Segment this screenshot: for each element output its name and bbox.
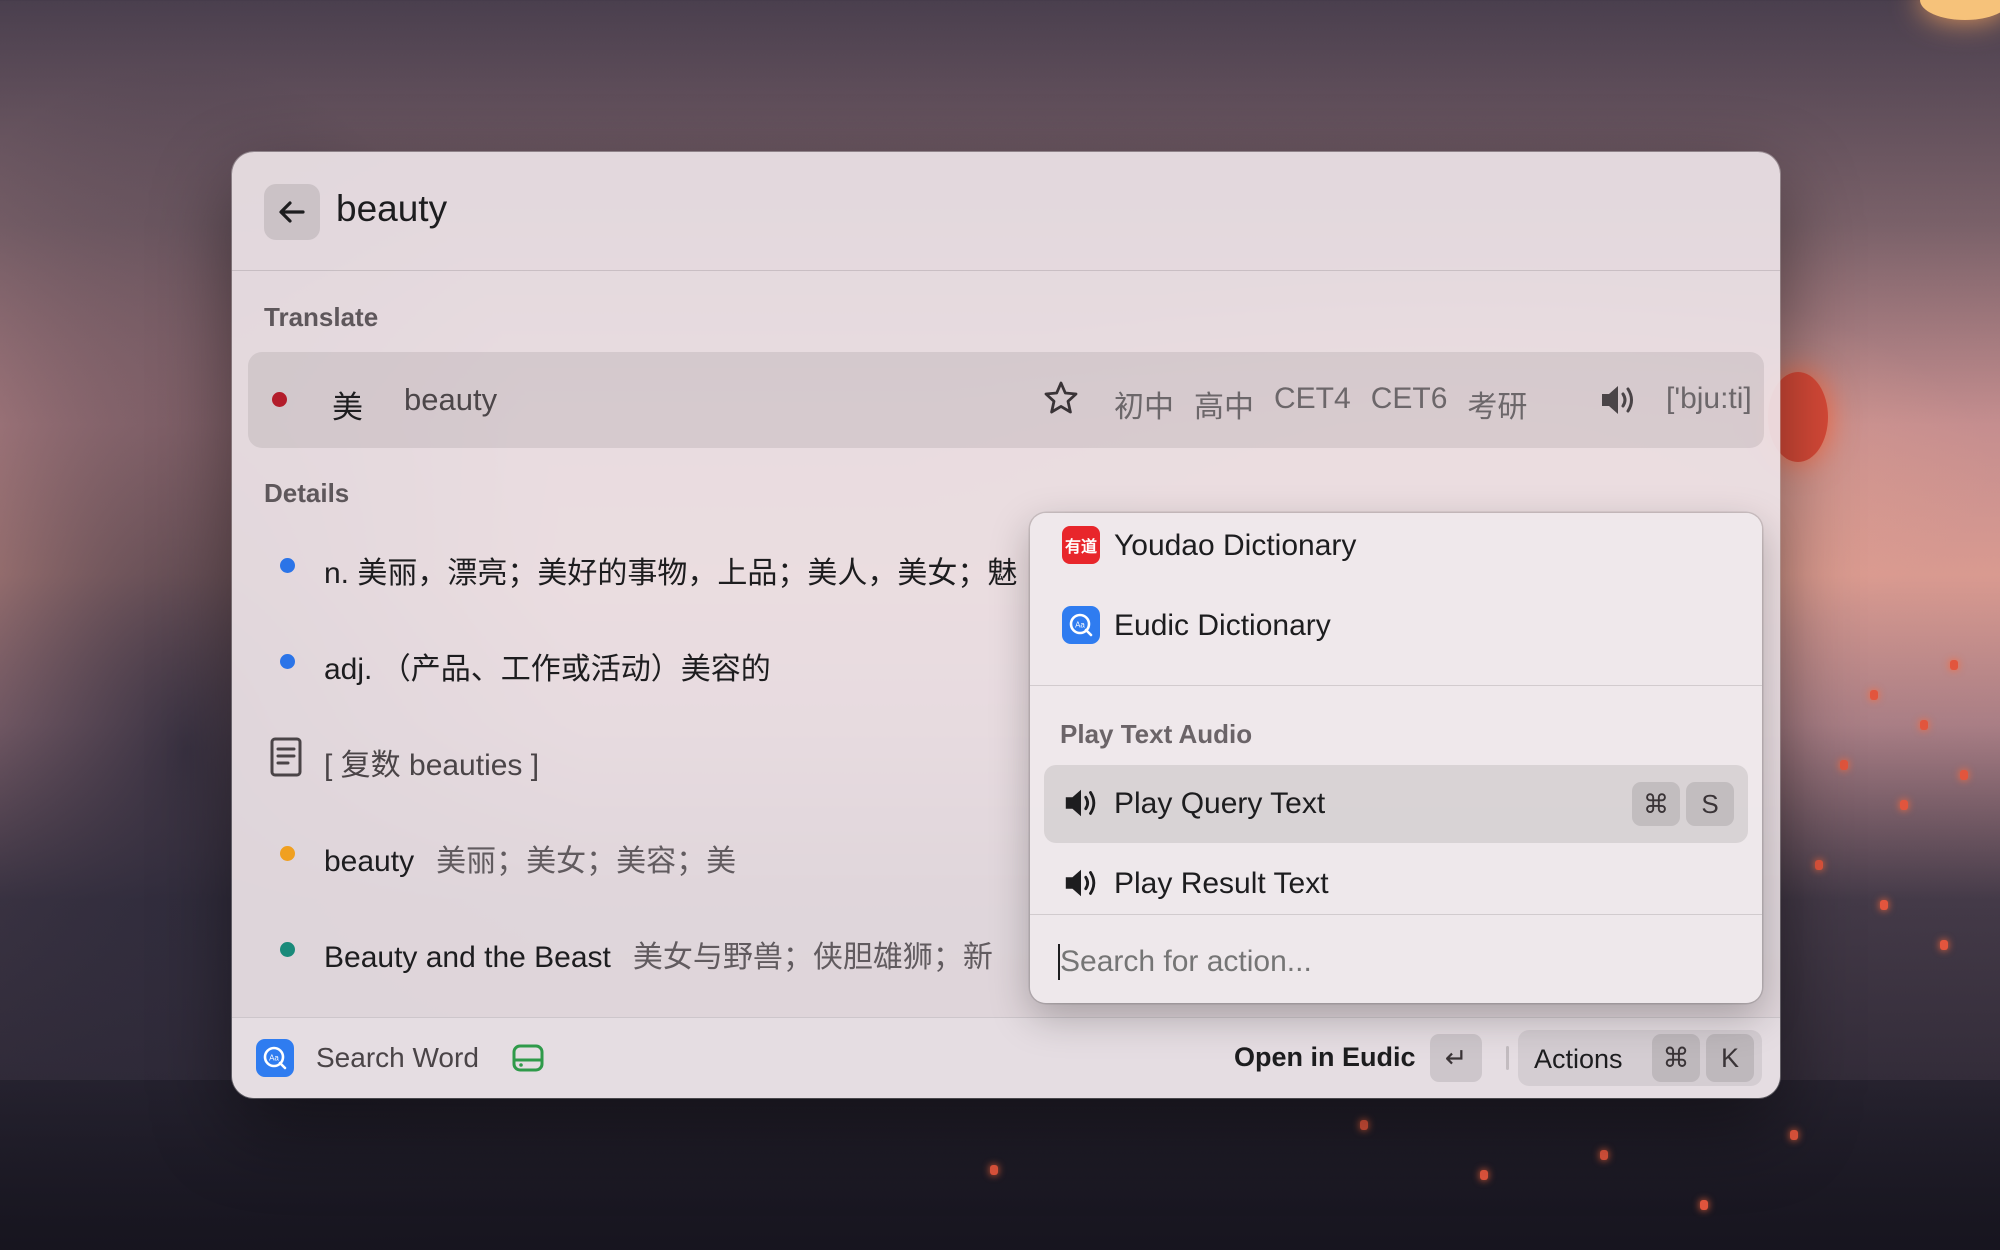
action-youdao-dictionary[interactable]: 有道 Youdao Dictionary xyxy=(1044,513,1748,585)
speaker-icon xyxy=(1065,869,1096,897)
arrow-left-icon xyxy=(279,201,305,223)
footer-bar: Aa Search Word Open in Eudic ↵ Actions ⌘… xyxy=(232,1017,1780,1098)
search-bar: beauty xyxy=(232,152,1780,271)
note-icon xyxy=(270,737,302,777)
exam-tag: 初中 xyxy=(1114,391,1174,424)
phonetic-text: ['bju:ti] xyxy=(1666,382,1752,415)
speaker-icon xyxy=(1065,789,1096,817)
action-label: Play Result Text xyxy=(1114,867,1329,900)
enter-key: ↵ xyxy=(1430,1034,1482,1082)
shortcut-keys: ⌘ S xyxy=(1632,782,1734,826)
svg-text:Aa: Aa xyxy=(269,1054,279,1063)
play-audio-section-label: Play Text Audio xyxy=(1060,719,1253,749)
actions-label: Actions xyxy=(1534,1044,1623,1074)
action-search-input[interactable] xyxy=(1060,945,1720,979)
background-ground xyxy=(0,1080,2000,1250)
star-icon[interactable] xyxy=(1043,380,1079,416)
background-lantern xyxy=(1940,940,1948,950)
footer-separator xyxy=(1506,1046,1509,1070)
detail-dot xyxy=(280,846,295,861)
background-lantern xyxy=(1360,1120,1368,1130)
translation-text: 美 xyxy=(332,390,363,425)
action-label: Youdao Dictionary xyxy=(1114,529,1357,562)
action-label: Eudic Dictionary xyxy=(1114,609,1331,642)
background-lantern xyxy=(1815,860,1823,870)
eudic-app-icon: Aa xyxy=(1062,606,1100,644)
exam-tags: 初中 高中 CET4 CET6 考研 xyxy=(1114,382,1527,426)
detail-dot xyxy=(280,654,295,669)
background-lantern xyxy=(1950,660,1958,670)
action-eudic-dictionary[interactable]: Aa Eudic Dictionary xyxy=(1044,587,1748,665)
background-lantern xyxy=(1880,900,1888,910)
translation-row[interactable]: 美 beauty 初中 高中 CET4 CET6 考研 ['bju:ti] xyxy=(248,352,1764,448)
detail-word: beauty xyxy=(324,845,415,878)
exam-tag: 高中 xyxy=(1194,391,1254,424)
drive-icon xyxy=(512,1044,544,1072)
translation-dot xyxy=(272,392,287,407)
background-lantern xyxy=(1920,720,1928,730)
translate-section-label: Translate xyxy=(264,302,379,332)
actions-button[interactable]: Actions ⌘ K xyxy=(1518,1030,1762,1086)
detail-text: adj. （产品、工作或活动）美容的 xyxy=(324,653,771,686)
s-key: S xyxy=(1686,782,1734,826)
detail-text: Beauty and the Beast 美女与野兽；侠胆雄狮；新 xyxy=(324,932,993,976)
eudic-app-icon: Aa xyxy=(256,1039,294,1077)
background-lantern xyxy=(1840,760,1848,770)
detail-dot xyxy=(280,558,295,573)
detail-word: Beauty and the Beast xyxy=(324,941,611,974)
detail-text: n. 美丽，漂亮；美好的事物，上品；美人，美女；魅 xyxy=(324,557,1018,590)
action-play-result-text[interactable]: Play Result Text xyxy=(1044,845,1748,923)
detail-dot xyxy=(280,942,295,957)
panel-divider xyxy=(1030,914,1762,915)
background-moon-lantern xyxy=(1920,0,2000,20)
background-lantern xyxy=(1900,800,1908,810)
command-key: ⌘ xyxy=(1652,1034,1700,1082)
action-play-query-text[interactable]: Play Query Text ⌘ S xyxy=(1044,765,1748,843)
search-word-label: Search Word xyxy=(316,1042,479,1073)
action-panel: 有道 Youdao Dictionary Aa Eudic Dictionary… xyxy=(1030,513,1762,1003)
background-lantern xyxy=(1870,690,1878,700)
exam-tag: CET4 xyxy=(1274,382,1351,415)
detail-meaning: 美丽；美女；美容；美 xyxy=(436,845,737,878)
exam-tag: 考研 xyxy=(1467,391,1528,424)
k-key: K xyxy=(1706,1034,1754,1082)
background-lantern xyxy=(1480,1170,1488,1180)
background-lantern xyxy=(990,1165,998,1175)
detail-text: [ 复数 beauties ] xyxy=(324,749,540,782)
speaker-icon[interactable] xyxy=(1598,382,1638,418)
detail-text: beauty 美丽；美女；美容；美 xyxy=(324,836,736,880)
detail-meaning: 美女与野兽；侠胆雄狮；新 xyxy=(632,941,993,974)
back-button[interactable] xyxy=(264,184,320,240)
exam-tag: CET6 xyxy=(1370,382,1448,415)
youdao-app-icon: 有道 xyxy=(1062,526,1100,564)
panel-divider xyxy=(1030,685,1762,686)
open-in-eudic-label[interactable]: Open in Eudic xyxy=(1234,1042,1416,1073)
background-lantern xyxy=(1790,1130,1798,1140)
command-key: ⌘ xyxy=(1632,782,1680,826)
query-text[interactable]: beauty xyxy=(336,188,447,230)
source-text: beauty xyxy=(404,382,498,417)
svg-text:Aa: Aa xyxy=(1075,621,1085,630)
background-lantern xyxy=(1600,1150,1608,1160)
details-section-label: Details xyxy=(264,478,350,508)
background-lantern xyxy=(1960,770,1968,780)
background-lantern xyxy=(1700,1200,1708,1210)
action-label: Play Query Text xyxy=(1114,787,1326,820)
